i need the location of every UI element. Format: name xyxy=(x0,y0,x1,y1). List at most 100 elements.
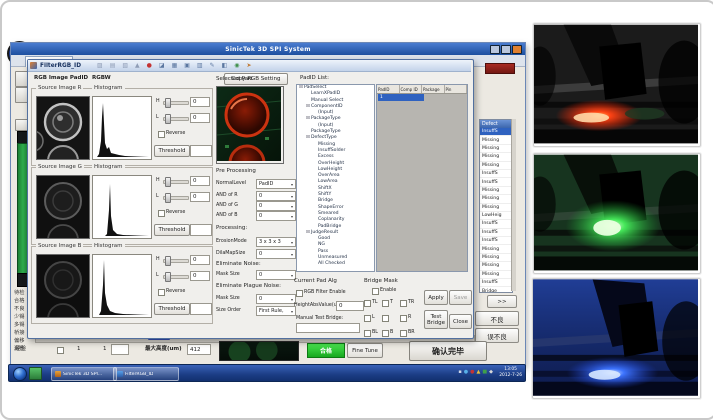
toolbar-icon[interactable]: ▦ xyxy=(172,62,178,70)
threshold-input[interactable] xyxy=(190,303,212,315)
bridge-mask-checkbox[interactable] xyxy=(400,315,407,322)
bridge-mask-cell[interactable]: TR xyxy=(400,298,418,308)
bridge-mask-checkbox[interactable] xyxy=(400,330,407,337)
erosion-mode-select[interactable]: 3 x 3 x 3▾ xyxy=(256,237,296,247)
defect-table-row[interactable]: Missing xyxy=(480,245,512,253)
padid-tree[interactable]: ⊟PadSelect LearnXPadID Manual Select ⊟Co… xyxy=(296,84,375,272)
bridge-mask-checkbox[interactable] xyxy=(364,315,371,322)
defect-table-row[interactable]: Missing xyxy=(480,254,512,262)
experience-checkbox[interactable] xyxy=(57,347,64,354)
bridge-mask-cell[interactable]: BL xyxy=(364,328,382,338)
defect-table-row[interactable]: Missing xyxy=(480,162,512,170)
defect-table-row[interactable]: InsuffS xyxy=(480,237,512,245)
taskbar-app-spi[interactable]: SinicTek 3D SPI... xyxy=(51,367,117,381)
threshold-input[interactable] xyxy=(190,145,212,157)
and-of-b-select[interactable]: 0▾ xyxy=(256,211,296,221)
status-input[interactable] xyxy=(111,344,129,355)
mask-size-select[interactable]: 0▾ xyxy=(256,270,296,280)
reverse-checkbox[interactable] xyxy=(158,210,165,217)
bridge-mask-cell[interactable] xyxy=(382,313,400,323)
toolbar-icon[interactable]: ▤ xyxy=(110,62,116,70)
bridge-mask-cell[interactable]: BR xyxy=(400,328,418,338)
taskbar-clock[interactable]: 13:05 2012-7-26 xyxy=(499,367,522,378)
defect-table[interactable]: Defect InsuffSMissingMissingMissingMissi… xyxy=(479,119,513,293)
bridge-mask-checkbox[interactable] xyxy=(364,330,371,337)
tray-icon[interactable]: ● xyxy=(470,369,474,375)
defect-table-row[interactable]: InsuffS xyxy=(480,170,512,178)
h-slider[interactable] xyxy=(163,180,189,184)
pass-button[interactable]: 合格 xyxy=(307,343,345,358)
manual-test-bridge-input[interactable] xyxy=(296,323,360,333)
defect-table-row[interactable]: Missing xyxy=(480,153,512,161)
max-height-input[interactable]: 412 xyxy=(187,344,211,355)
bridge-mask-cell[interactable]: T xyxy=(382,298,400,308)
bridge-mask-checkbox[interactable] xyxy=(364,300,371,307)
threshold-button[interactable]: Threshold xyxy=(154,224,190,236)
bridge-mask-cell[interactable]: B xyxy=(382,328,400,338)
tray-icon[interactable]: ▪ xyxy=(458,369,461,375)
threshold-button[interactable]: Threshold xyxy=(154,303,190,315)
toolbar-icon[interactable]: ◪ xyxy=(159,62,165,70)
h-slider[interactable] xyxy=(163,101,189,105)
bridge-enable-checkbox[interactable] xyxy=(372,288,379,295)
toolbar-icon[interactable]: ➤ xyxy=(247,62,252,70)
size-order-select[interactable]: First Rule,▾ xyxy=(256,306,296,316)
bridge-mask-checkbox[interactable] xyxy=(382,315,389,322)
quick-launch-icon[interactable] xyxy=(29,367,42,380)
toolbar-icon[interactable]: ▣ xyxy=(184,62,190,70)
threshold-button[interactable]: Threshold xyxy=(154,145,190,157)
start-button[interactable] xyxy=(13,367,27,381)
toolbar-icon[interactable]: ▧ xyxy=(122,62,128,70)
pad-table-selected-row[interactable]: 1 xyxy=(378,94,424,101)
mark-ng-button[interactable]: 不良 xyxy=(475,311,519,326)
confirm-complete-button[interactable]: 确认完毕 xyxy=(409,341,487,361)
and-of-g-select[interactable]: 0▾ xyxy=(256,201,296,211)
bridge-mask-checkbox[interactable] xyxy=(382,330,389,337)
dila-map-size-select[interactable]: 0▾ xyxy=(256,249,296,259)
tree-item[interactable]: All Checked xyxy=(297,261,374,267)
defect-table-row[interactable]: InsuffS xyxy=(480,229,512,237)
defect-table-scrollbar[interactable] xyxy=(511,119,516,291)
l-slider[interactable] xyxy=(163,275,189,279)
defect-table-row[interactable]: LowHeig xyxy=(480,212,512,220)
reverse-checkbox[interactable] xyxy=(158,131,165,138)
height-abs-input[interactable]: 0 xyxy=(336,301,364,311)
test-bridge-button[interactable]: Test Bridge xyxy=(424,310,448,329)
pad-list-table[interactable]: PadIDComp IDPackagePin 1 xyxy=(376,84,468,272)
toolbar-icon[interactable]: ◧ xyxy=(222,62,228,70)
toolbar-icon[interactable]: ▥ xyxy=(197,62,203,70)
more-button[interactable]: >> xyxy=(487,295,517,308)
defect-table-row[interactable]: Bridge xyxy=(480,287,512,293)
close-button[interactable] xyxy=(512,45,522,54)
normal-level-select[interactable]: PadID▾ xyxy=(256,179,296,189)
toolbar-icon[interactable]: ▲ xyxy=(135,62,140,70)
defect-table-row[interactable]: Missing xyxy=(480,271,512,279)
l-slider[interactable] xyxy=(163,196,189,200)
h-value-input[interactable]: 0 xyxy=(190,97,210,107)
tray-icon[interactable]: ● xyxy=(464,369,468,375)
tray-icon[interactable]: ▲ xyxy=(477,369,481,375)
defect-table-row[interactable]: Missing xyxy=(480,195,512,203)
toolbar-icon[interactable]: ✎ xyxy=(210,62,215,70)
defect-table-row[interactable]: Missing xyxy=(480,262,512,270)
dialog-titlebar[interactable]: FilterRGB_ID ▨▤▧▲●◪▦▣▥✎◧◉➤ xyxy=(28,60,471,72)
defect-table-row[interactable]: Missing xyxy=(480,187,512,195)
defect-table-row[interactable]: Missing xyxy=(480,136,512,144)
tray-icon[interactable]: ■ xyxy=(482,369,487,375)
h-value-input[interactable]: 0 xyxy=(190,176,210,186)
minimize-button[interactable] xyxy=(490,45,500,54)
bridge-mask-cell[interactable]: R xyxy=(400,313,418,323)
l-slider[interactable] xyxy=(163,117,189,121)
defect-table-row[interactable]: InsuffS xyxy=(480,220,512,228)
maximize-button[interactable] xyxy=(501,45,511,54)
toolbar-icon[interactable]: ● xyxy=(147,62,152,70)
mask-size-2-select[interactable]: 0▾ xyxy=(256,294,296,304)
bridge-mask-checkbox[interactable] xyxy=(382,300,389,307)
l-value-input[interactable]: 0 xyxy=(190,113,210,123)
h-slider[interactable] xyxy=(163,259,189,263)
main-titlebar[interactable]: SinicTek 3D SPI System xyxy=(11,43,525,55)
close-dialog-button[interactable]: Close xyxy=(449,314,472,329)
and-of-r-select[interactable]: 0▾ xyxy=(256,191,296,201)
h-value-input[interactable]: 0 xyxy=(190,255,210,265)
fine-tune-button[interactable]: Fine Tune xyxy=(347,343,383,358)
